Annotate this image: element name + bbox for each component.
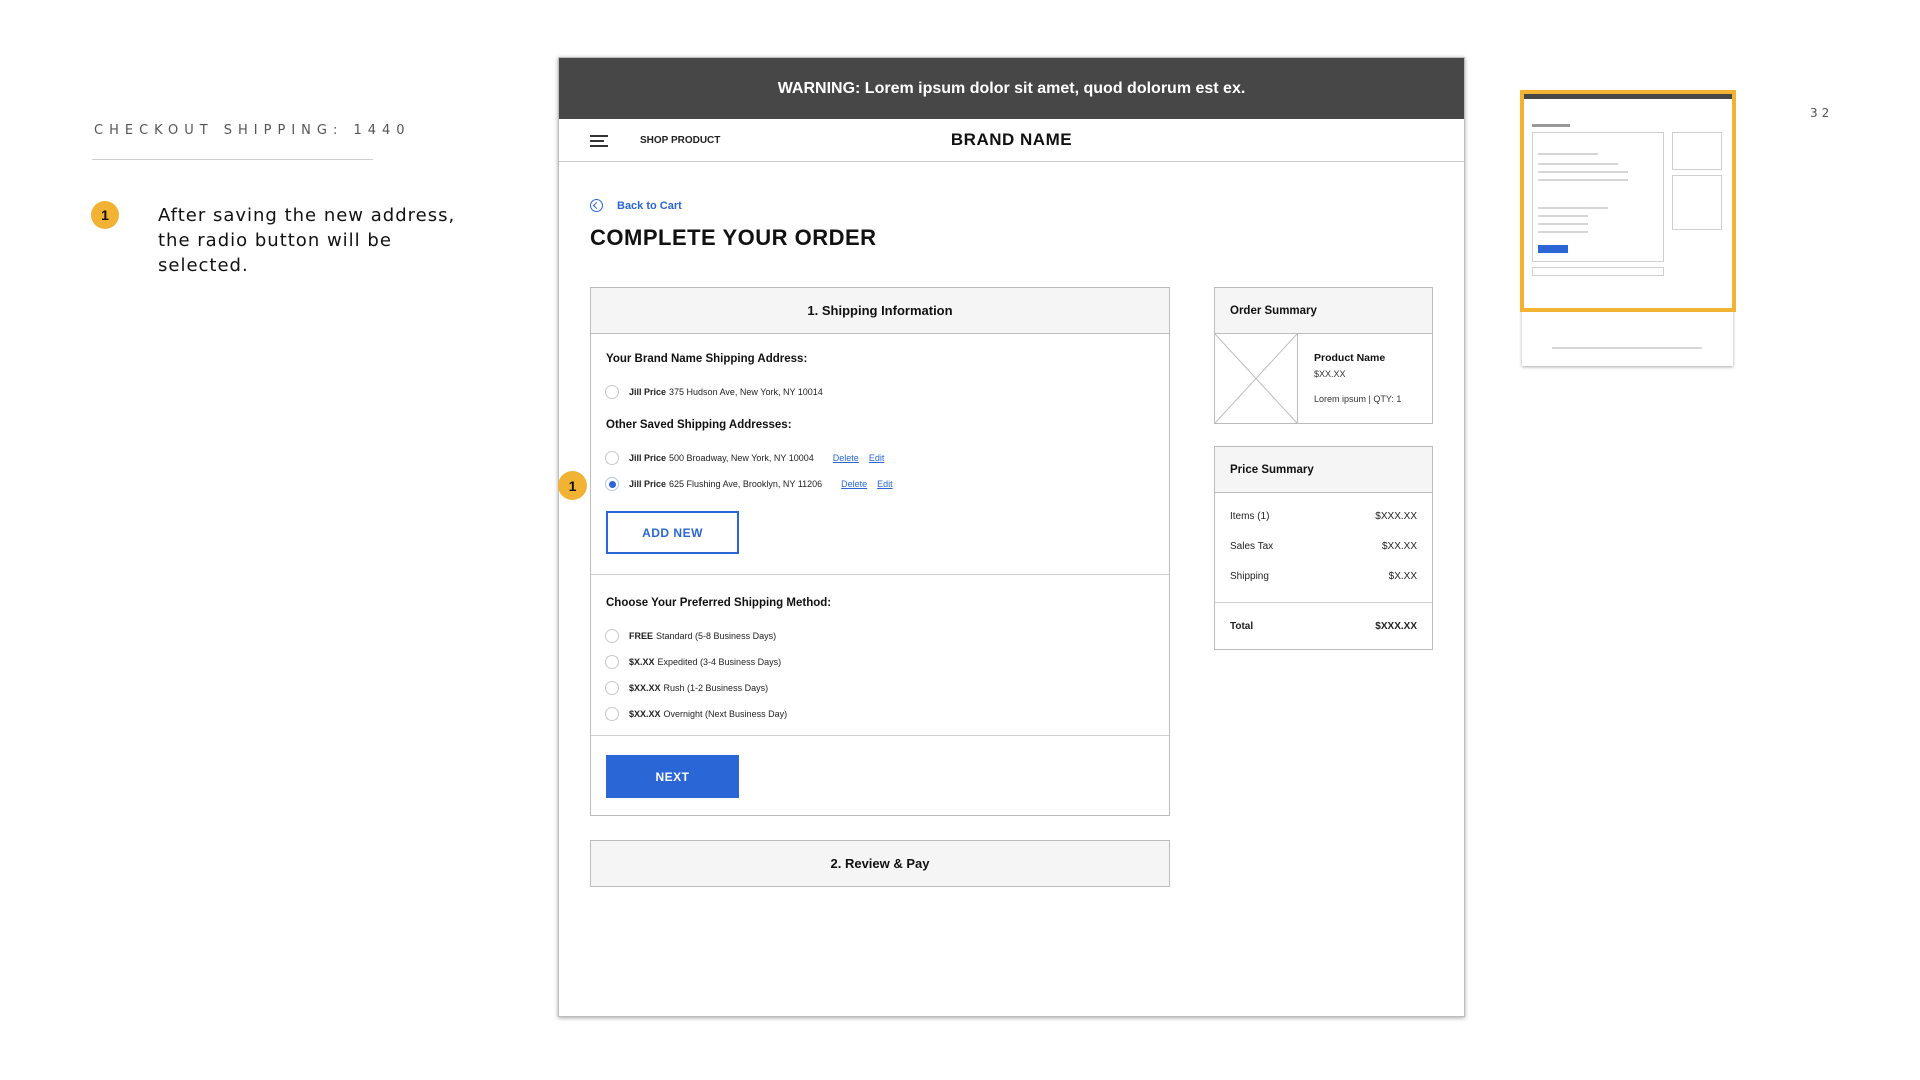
address-text: 375 Hudson Ave, New York, NY 10014 (669, 387, 823, 397)
price-divider (1215, 602, 1432, 603)
shipping-method-option[interactable]: $X.XX Expedited (3-4 Business Days) (605, 655, 781, 669)
annotation-text: After saving the new address, the radio … (158, 205, 456, 276)
method-price: $XX.XX (629, 683, 661, 693)
price-summary-header: Price Summary (1215, 447, 1432, 493)
price-value: $X.XX (1388, 571, 1417, 582)
price-summary-panel: Price Summary Items (1) $XXX.XX Sales Ta… (1214, 446, 1433, 650)
back-arrow-icon (590, 199, 603, 212)
method-radio[interactable] (605, 707, 619, 721)
page-title: COMPLETE YOUR ORDER (590, 225, 877, 250)
method-desc: Overnight (Next Business Day) (663, 709, 788, 719)
brand-address-label: Your Brand Name Shipping Address: (606, 353, 808, 365)
review-pay-header[interactable]: 2. Review & Pay (590, 840, 1170, 887)
section-divider (591, 735, 1169, 736)
address-text: 625 Flushing Ave, Brooklyn, NY 11206 (669, 479, 823, 489)
thumbnail-highlight (1520, 90, 1736, 312)
address-option-2[interactable]: Jill Price 625 Flushing Ave, Brooklyn, N… (605, 477, 893, 491)
method-radio[interactable] (605, 655, 619, 669)
address-text: 500 Broadway, New York, NY 10004 (669, 453, 814, 463)
price-label: Sales Tax (1230, 541, 1274, 552)
address-name: Jill Price (629, 387, 667, 397)
price-row: Sales Tax $XX.XX (1230, 541, 1417, 552)
method-price: FREE (629, 631, 654, 641)
delete-address-link[interactable]: Delete (841, 479, 867, 489)
method-price: $XX.XX (629, 709, 661, 719)
price-label: Items (1) (1230, 511, 1270, 522)
price-row: Items (1) $XXX.XX (1230, 511, 1417, 522)
product-name: Product Name (1314, 352, 1386, 364)
back-to-cart-link[interactable]: Back to Cart (590, 199, 682, 212)
shipping-method-option[interactable]: FREE Standard (5-8 Business Days) (605, 629, 776, 643)
price-row: Shipping $X.XX (1230, 571, 1417, 582)
edit-address-link[interactable]: Edit (877, 479, 893, 489)
other-addresses-label: Other Saved Shipping Addresses: (606, 419, 792, 431)
method-desc: Expedited (3-4 Business Days) (657, 657, 782, 667)
address-name: Jill Price (629, 453, 667, 463)
method-radio[interactable] (605, 629, 619, 643)
add-new-address-button[interactable]: ADD NEW (606, 511, 739, 554)
checkout-mockup: WARNING: Lorem ipsum dolor sit amet, quo… (558, 57, 1465, 1017)
price-value: $XXX.XX (1375, 511, 1417, 522)
price-label: Shipping (1230, 571, 1269, 582)
order-summary-panel: Order Summary Product Name $XX.XX Lorem … (1214, 287, 1433, 424)
warning-banner: WARNING: Lorem ipsum dolor sit amet, quo… (559, 58, 1464, 119)
next-button[interactable]: NEXT (606, 755, 739, 798)
total-label: Total (1230, 621, 1254, 632)
back-to-cart-label: Back to Cart (617, 199, 682, 212)
address-option-1[interactable]: Jill Price 500 Broadway, New York, NY 10… (605, 451, 884, 465)
address-option-brand[interactable]: Jill Price 375 Hudson Ave, New York, NY … (605, 385, 823, 399)
top-nav: SHOP PRODUCT BRAND NAME (559, 119, 1464, 162)
product-meta: Lorem ipsum | QTY: 1 (1314, 394, 1402, 404)
delete-address-link[interactable]: Delete (833, 453, 859, 463)
total-value: $XXX.XX (1375, 621, 1417, 632)
shipping-method-option[interactable]: $XX.XX Rush (1-2 Business Days) (605, 681, 768, 695)
annotation-divider (92, 159, 373, 160)
method-desc: Standard (5-8 Business Days) (656, 631, 777, 641)
brand-name[interactable]: BRAND NAME (559, 130, 1464, 150)
annotation-badge: 1 (91, 201, 119, 229)
method-radio[interactable] (605, 681, 619, 695)
edit-address-link[interactable]: Edit (869, 453, 885, 463)
price-value: $XX.XX (1381, 541, 1417, 552)
annotation-title: CHECKOUT SHIPPING: 1440 (94, 123, 411, 138)
order-summary-header: Order Summary (1215, 288, 1432, 334)
page-number: 32 (1810, 106, 1834, 120)
shipping-method-option[interactable]: $XX.XX Overnight (Next Business Day) (605, 707, 787, 721)
callout-marker: 1 (558, 471, 587, 500)
address-radio[interactable] (605, 385, 619, 399)
shipping-panel: 1. Shipping Information Your Brand Name … (590, 287, 1170, 816)
shipping-header: 1. Shipping Information (591, 288, 1169, 334)
total-row: Total $XXX.XX (1230, 621, 1417, 632)
section-divider (591, 574, 1169, 575)
address-radio-selected[interactable] (605, 477, 619, 491)
product-image-placeholder (1215, 334, 1298, 423)
method-desc: Rush (1-2 Business Days) (663, 683, 769, 693)
thumbnail-footer-links (1552, 347, 1702, 349)
address-radio[interactable] (605, 451, 619, 465)
address-name: Jill Price (629, 479, 667, 489)
product-price: $XX.XX (1314, 369, 1346, 379)
method-price: $X.XX (629, 657, 655, 667)
shipping-method-label: Choose Your Preferred Shipping Method: (606, 597, 832, 609)
